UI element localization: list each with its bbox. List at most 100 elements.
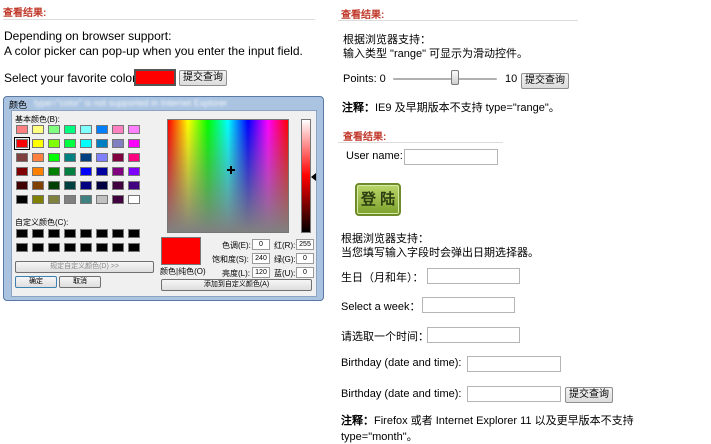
hue-field[interactable]: 0	[252, 239, 270, 250]
custom-color-swatch[interactable]	[128, 243, 140, 252]
range-track[interactable]	[393, 78, 497, 80]
cancel-button[interactable]: 取消	[59, 276, 101, 288]
basic-color-swatch[interactable]	[16, 195, 28, 204]
range-thumb[interactable]	[451, 70, 460, 85]
basic-color-swatch[interactable]	[32, 125, 44, 134]
custom-color-swatch[interactable]	[128, 229, 140, 238]
basic-color-swatch[interactable]	[32, 195, 44, 204]
luminance-label: 亮度(L):	[222, 269, 250, 278]
custom-color-swatch[interactable]	[112, 229, 124, 238]
basic-color-swatch[interactable]	[48, 125, 60, 134]
basic-color-swatch[interactable]	[112, 195, 124, 204]
custom-color-swatch[interactable]	[48, 243, 60, 252]
basic-color-swatch[interactable]	[96, 139, 108, 148]
slider-arrow-icon[interactable]	[311, 173, 316, 181]
basic-color-swatch[interactable]	[80, 181, 92, 190]
basic-color-swatch[interactable]	[96, 181, 108, 190]
custom-color-swatch[interactable]	[64, 229, 76, 238]
basic-color-swatch[interactable]	[64, 125, 76, 134]
submit-button-range[interactable]: 提交查询	[521, 73, 569, 89]
preview-label: 颜色|纯色(O)	[160, 267, 206, 276]
basic-color-swatch[interactable]	[96, 167, 108, 176]
basic-color-swatch[interactable]	[64, 181, 76, 190]
basic-color-swatch[interactable]	[48, 181, 60, 190]
basic-color-swatch[interactable]	[112, 167, 124, 176]
custom-color-swatch[interactable]	[16, 243, 28, 252]
custom-color-swatch[interactable]	[32, 229, 44, 238]
time-input[interactable]	[427, 327, 520, 343]
basic-color-swatch[interactable]	[64, 139, 76, 148]
divider	[338, 20, 578, 21]
basic-color-swatch[interactable]	[128, 139, 140, 148]
red-field[interactable]: 255	[296, 239, 314, 250]
color-spectrum[interactable]	[167, 119, 289, 233]
basic-color-swatch[interactable]	[16, 181, 28, 190]
custom-color-swatch[interactable]	[96, 243, 108, 252]
saturation-label: 饱和度(S):	[212, 255, 249, 264]
basic-color-swatch[interactable]	[80, 125, 92, 134]
basic-color-swatch[interactable]	[64, 167, 76, 176]
custom-color-swatch[interactable]	[16, 229, 28, 238]
dialog-blurred-caption: type="color" is not supported in Interne…	[34, 98, 228, 108]
hue-label: 色调(E):	[222, 241, 251, 250]
basic-color-swatch[interactable]	[128, 125, 140, 134]
saturation-field[interactable]: 240	[252, 253, 270, 264]
define-custom-button[interactable]: 规定自定义颜色(D) >>	[15, 261, 154, 273]
basic-color-swatch[interactable]	[48, 139, 60, 148]
custom-color-swatch[interactable]	[112, 243, 124, 252]
basic-color-swatch[interactable]	[48, 167, 60, 176]
basic-color-swatch[interactable]	[96, 195, 108, 204]
basic-color-swatch[interactable]	[96, 153, 108, 162]
basic-color-swatch[interactable]	[112, 139, 124, 148]
add-custom-color-button[interactable]: 添加到自定义颜色(A)	[161, 279, 312, 291]
birthday-datetime-input-1[interactable]	[467, 356, 561, 372]
basic-color-swatch[interactable]	[128, 195, 140, 204]
basic-color-swatch[interactable]	[80, 139, 92, 148]
result-title-2: 查看结果:	[343, 132, 387, 143]
basic-color-swatch[interactable]	[128, 153, 140, 162]
basic-color-swatch[interactable]	[80, 167, 92, 176]
basic-color-swatch[interactable]	[112, 153, 124, 162]
basic-color-swatch[interactable]	[64, 153, 76, 162]
color-label: Select your favorite color:	[4, 71, 140, 85]
ok-button[interactable]: 确定	[15, 276, 57, 288]
basic-color-swatch[interactable]	[14, 137, 30, 150]
basic-color-swatch[interactable]	[96, 125, 108, 134]
luminance-slider[interactable]	[301, 119, 311, 233]
basic-color-swatch[interactable]	[64, 195, 76, 204]
submit-button[interactable]: 提交查询	[179, 70, 227, 86]
custom-color-swatch[interactable]	[80, 243, 92, 252]
birthday-month-input[interactable]	[427, 268, 520, 284]
luminance-field[interactable]: 120	[252, 267, 270, 278]
custom-color-swatch[interactable]	[48, 229, 60, 238]
basic-color-swatch[interactable]	[16, 153, 28, 162]
result-title-1: 查看结果:	[341, 10, 385, 21]
basic-color-swatch[interactable]	[48, 195, 60, 204]
basic-color-swatch[interactable]	[112, 125, 124, 134]
basic-color-swatch[interactable]	[16, 125, 28, 134]
basic-color-swatch[interactable]	[32, 181, 44, 190]
basic-color-swatch[interactable]	[128, 167, 140, 176]
week-input[interactable]	[422, 297, 515, 313]
blue-field[interactable]: 0	[296, 267, 314, 278]
basic-color-swatch[interactable]	[16, 167, 28, 176]
divider	[338, 142, 503, 143]
basic-color-swatch[interactable]	[32, 167, 44, 176]
submit-button-date[interactable]: 提交查询	[565, 387, 613, 403]
basic-color-swatch[interactable]	[80, 195, 92, 204]
basic-color-swatch[interactable]	[48, 153, 60, 162]
basic-color-swatch[interactable]	[32, 153, 44, 162]
custom-color-swatch[interactable]	[32, 243, 44, 252]
birthday-datetime-input-2[interactable]	[467, 386, 561, 402]
custom-color-swatch[interactable]	[96, 229, 108, 238]
basic-color-swatch[interactable]	[32, 139, 44, 148]
color-input[interactable]	[134, 69, 176, 86]
custom-color-swatch[interactable]	[80, 229, 92, 238]
login-button[interactable]: 登 陆	[355, 183, 401, 216]
green-field[interactable]: 0	[296, 253, 314, 264]
basic-color-swatch[interactable]	[80, 153, 92, 162]
custom-color-swatch[interactable]	[64, 243, 76, 252]
basic-color-swatch[interactable]	[128, 181, 140, 190]
username-input[interactable]	[404, 149, 498, 165]
basic-color-swatch[interactable]	[112, 181, 124, 190]
